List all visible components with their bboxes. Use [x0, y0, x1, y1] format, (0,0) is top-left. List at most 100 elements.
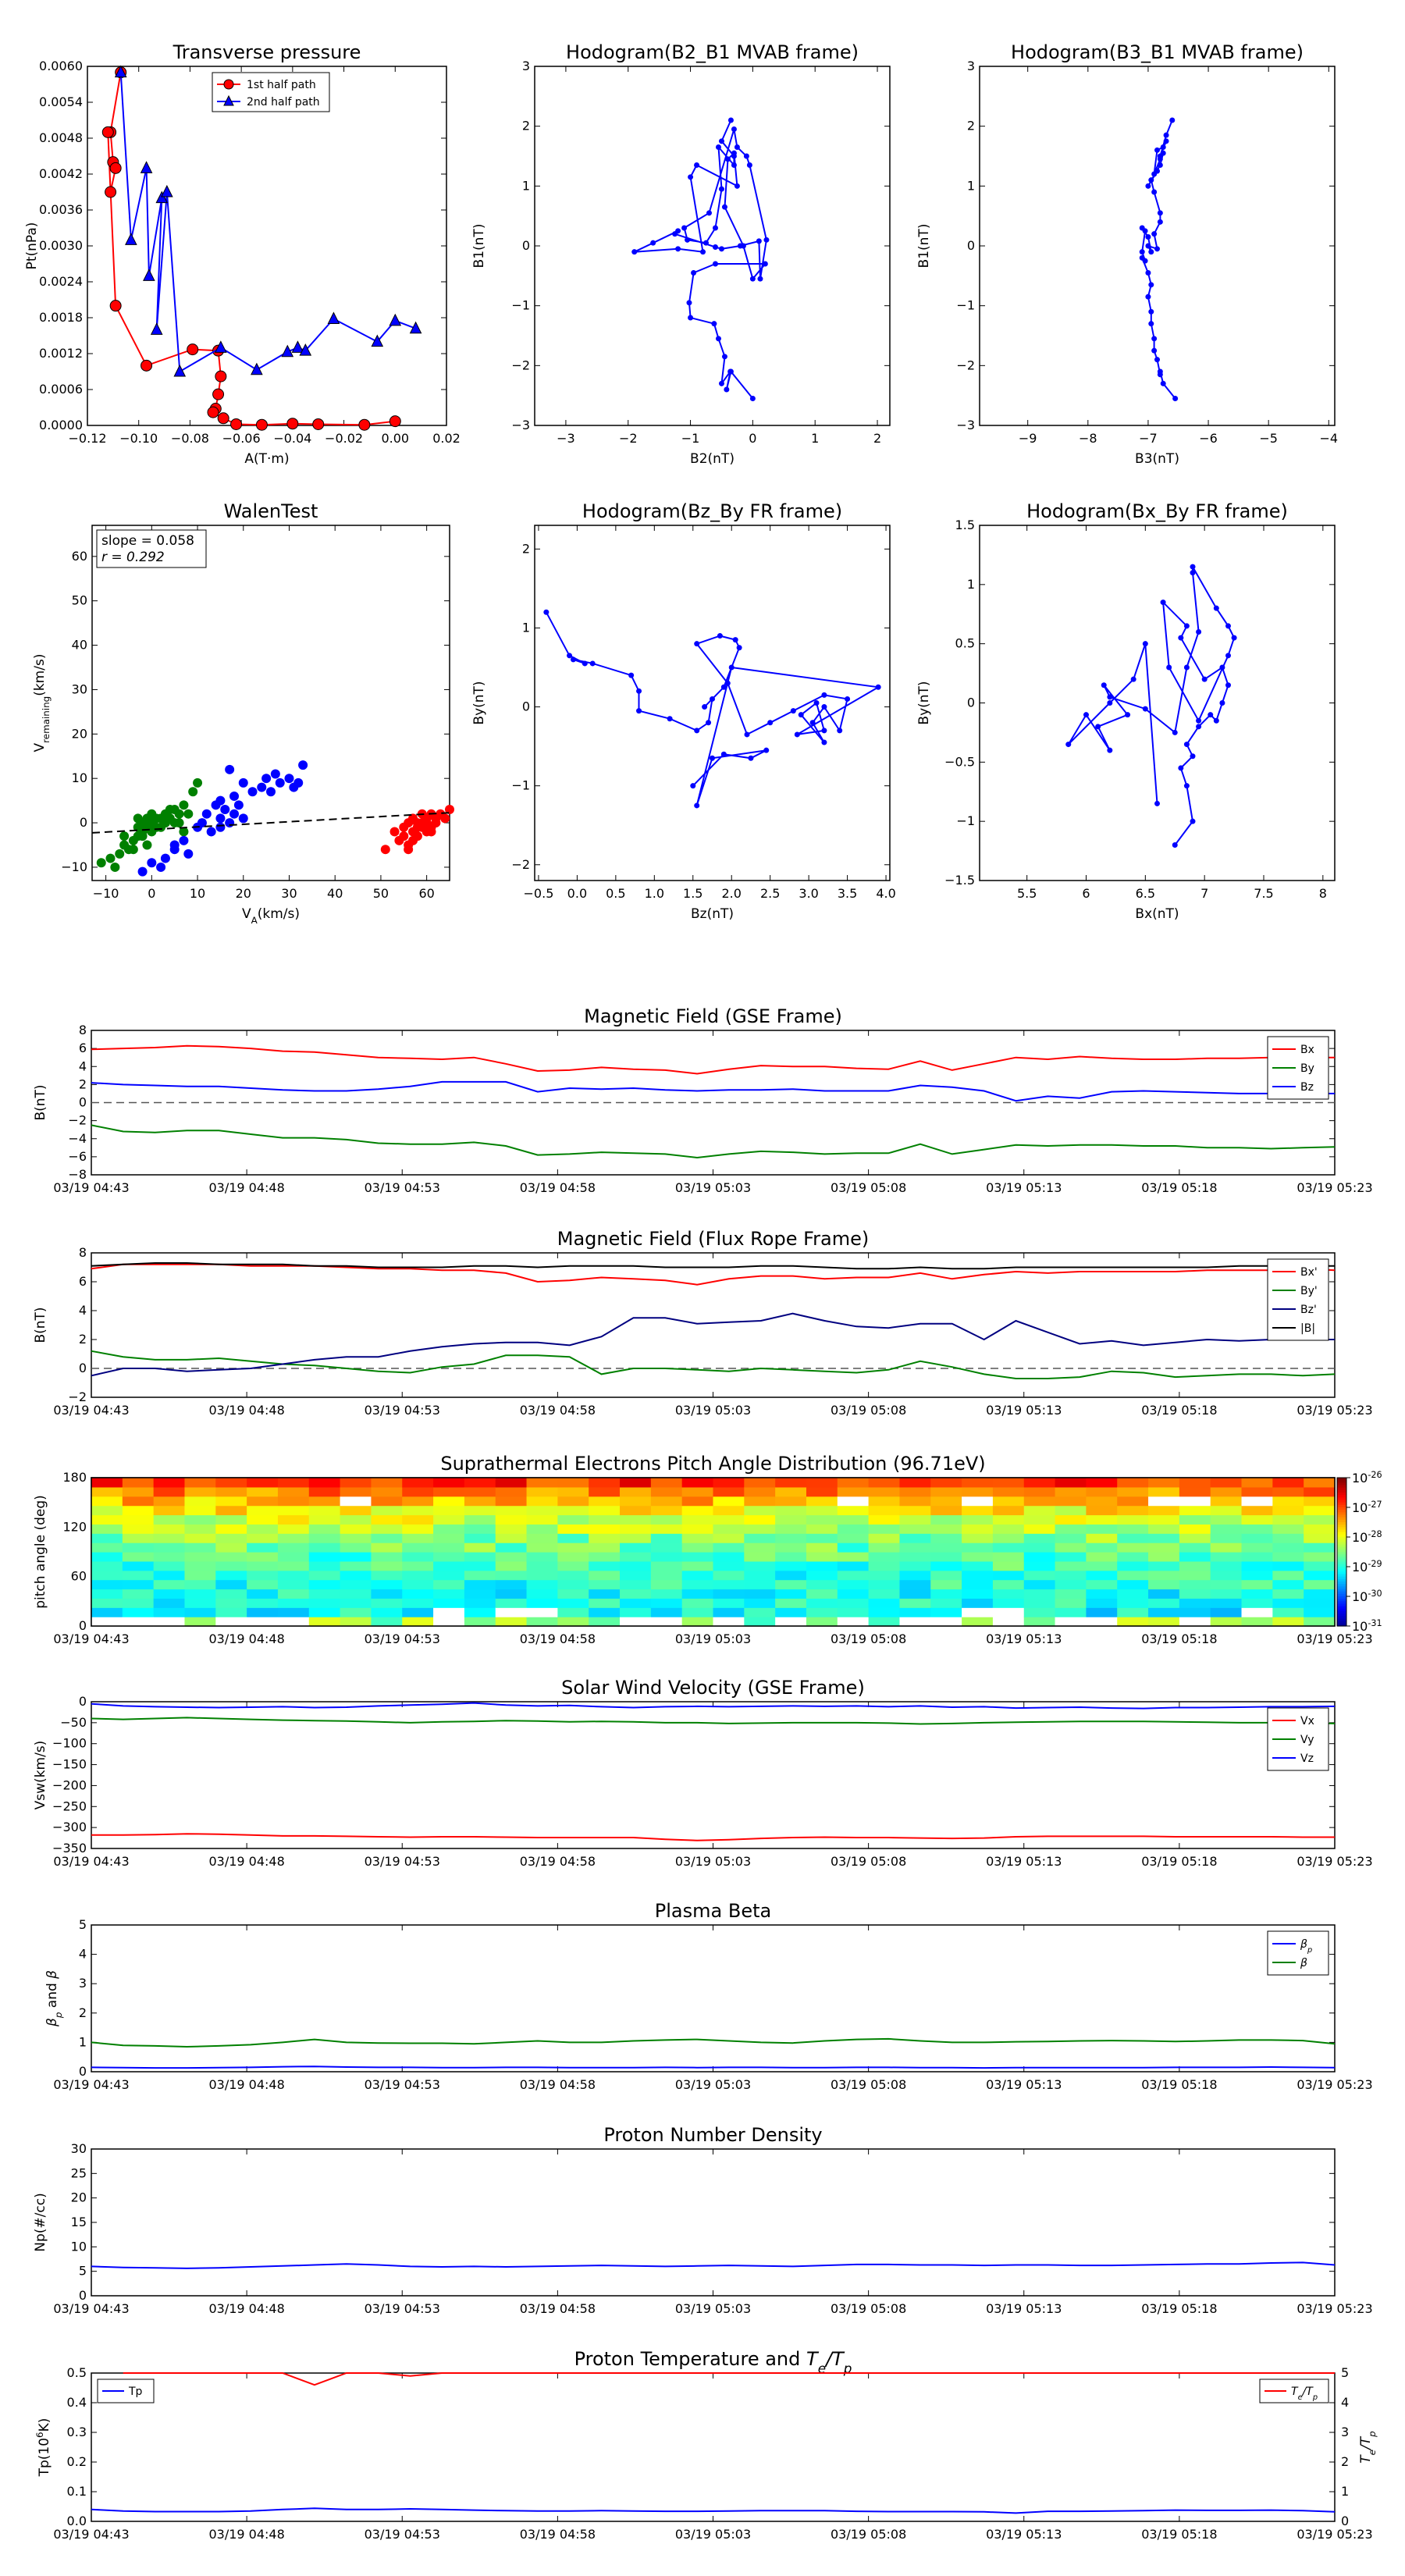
pad-cell — [91, 1524, 123, 1534]
pad-cell — [464, 1486, 496, 1497]
walen-ylabel-part: (km/s) — [32, 654, 48, 696]
fr2-point — [1213, 605, 1219, 611]
fr1-point — [589, 660, 596, 667]
pad-cell — [215, 1524, 247, 1534]
pad-cell — [744, 1560, 776, 1571]
pad-cell — [775, 1560, 807, 1571]
pad-cell — [1210, 1607, 1243, 1617]
walen-axes: −10 0 10 20 30 40 50 60 −10 0 10 20 30 40 50 60 WalenTes… — [32, 500, 454, 926]
pad-cell — [620, 1542, 652, 1553]
pad-cell — [247, 1542, 279, 1553]
pt-point — [312, 418, 325, 430]
pad-cell — [1179, 1524, 1211, 1534]
pad-cell — [1117, 1478, 1149, 1488]
walen-xlabel-part: (km/s) — [258, 906, 300, 922]
pad-cell — [620, 1607, 652, 1617]
pad-cell — [837, 1617, 870, 1627]
tp-y2label-part: e — [1367, 2450, 1378, 2455]
pt-point — [358, 418, 371, 431]
fr1-point — [744, 731, 750, 738]
pad-cell — [1272, 1496, 1304, 1507]
walen-point — [137, 866, 148, 877]
fr2-point — [1190, 564, 1196, 570]
fr2-xtick-label: 8 — [1319, 886, 1327, 901]
pad-cell — [526, 1552, 558, 1562]
pad-cell — [775, 1579, 807, 1590]
walen-ylabel-part: remaining — [41, 696, 52, 743]
pad-cell — [806, 1533, 838, 1543]
hodo1-point — [711, 321, 717, 327]
pad-cell — [1241, 1598, 1273, 1608]
fr2-xtick-label: 7.5 — [1254, 886, 1273, 901]
hodo1-xtick-label: −1 — [681, 431, 700, 446]
pad-cell — [775, 1552, 807, 1562]
walen-point — [169, 840, 180, 850]
fr2-series-0-line — [1067, 564, 1236, 846]
pad-cell — [184, 1505, 216, 1516]
pad-cell — [992, 1617, 1025, 1627]
pad-cell — [184, 1589, 216, 1599]
fr2-point — [1183, 664, 1190, 671]
pad-cell — [371, 1524, 403, 1534]
pad-cell — [1086, 1524, 1118, 1534]
pad-cell — [91, 1570, 123, 1581]
hodo2-point — [1142, 258, 1148, 264]
hodo1-point — [631, 249, 638, 255]
pt-ytick-label: 0.0042 — [39, 166, 83, 181]
tp-title-part: Proton Temperature and — [574, 2348, 806, 2370]
tp-xtick-label: 03/19 05:13 — [986, 2527, 1062, 2542]
walen-point — [183, 849, 194, 859]
pad-cell — [495, 1598, 528, 1608]
pad-cell — [837, 1542, 870, 1553]
pad-cell — [930, 1514, 962, 1525]
tp-ylabel: Tp(106K) — [34, 2418, 52, 2478]
pad-cell — [1241, 1589, 1273, 1599]
hodo1-point — [715, 336, 721, 342]
tp-series-0 — [123, 2372, 1335, 2386]
pad-cell — [1148, 1552, 1180, 1562]
pad-cell — [837, 1552, 870, 1562]
pad-cell — [153, 1486, 186, 1497]
pad-cell — [962, 1505, 994, 1516]
pad-cell — [930, 1552, 962, 1562]
mag_gse-xtick-label: 03/19 05:18 — [1141, 1180, 1217, 1195]
pad-cell — [277, 1524, 310, 1534]
hodo2-point — [1148, 177, 1154, 183]
hodo1-point — [650, 240, 656, 246]
pad-cell — [464, 1505, 496, 1516]
pad-cell — [277, 1533, 310, 1543]
tp-xtick-label: 03/19 05:18 — [1141, 2527, 1217, 2542]
pad-cell — [1086, 1560, 1118, 1571]
pad-cell — [1241, 1505, 1273, 1516]
walen-point — [298, 760, 308, 770]
hodo1-point — [700, 249, 706, 255]
pad-colorbar-label-part: -26 — [1368, 1470, 1382, 1480]
tp-xtick-label: 03/19 05:23 — [1297, 2527, 1372, 2542]
pad-cell — [1055, 1570, 1087, 1581]
tp-ytick-label: 0.3 — [67, 2425, 87, 2439]
pad-cell — [433, 1478, 465, 1488]
pad-colorbar-label-part: -31 — [1368, 1618, 1382, 1628]
np-xtick-label: 03/19 05:18 — [1141, 2301, 1217, 2316]
pad-cell — [713, 1524, 745, 1534]
walen-point — [201, 809, 212, 819]
mag_fr-title: Magnetic Field (Flux Rope Frame) — [557, 1228, 869, 1250]
pad-cell — [1304, 1505, 1336, 1516]
fr2-title: Hodogram(Bx_By FR frame) — [1026, 500, 1288, 522]
pad-axes: 06012018003/19 04:43 03/19 04:48 03/19 04:… — [33, 1453, 1382, 1646]
pad-cell — [775, 1589, 807, 1599]
hodo1-point — [734, 144, 740, 150]
mag_gse-ylabel: B(nT) — [33, 1084, 48, 1120]
fr1-point — [794, 731, 800, 738]
pad-cell — [1272, 1505, 1304, 1516]
walen-point — [440, 813, 450, 824]
pad-cell — [1179, 1617, 1211, 1627]
pt-point — [173, 364, 187, 377]
mag_gse-ytick-label: −4 — [68, 1131, 87, 1146]
pad-cell — [1086, 1496, 1118, 1507]
beta-ytick-label: 1 — [79, 2034, 87, 2049]
pad-cell — [91, 1579, 123, 1590]
hodo1-point — [749, 276, 756, 282]
hodo1-point — [724, 386, 730, 393]
pad-cell — [277, 1486, 310, 1497]
